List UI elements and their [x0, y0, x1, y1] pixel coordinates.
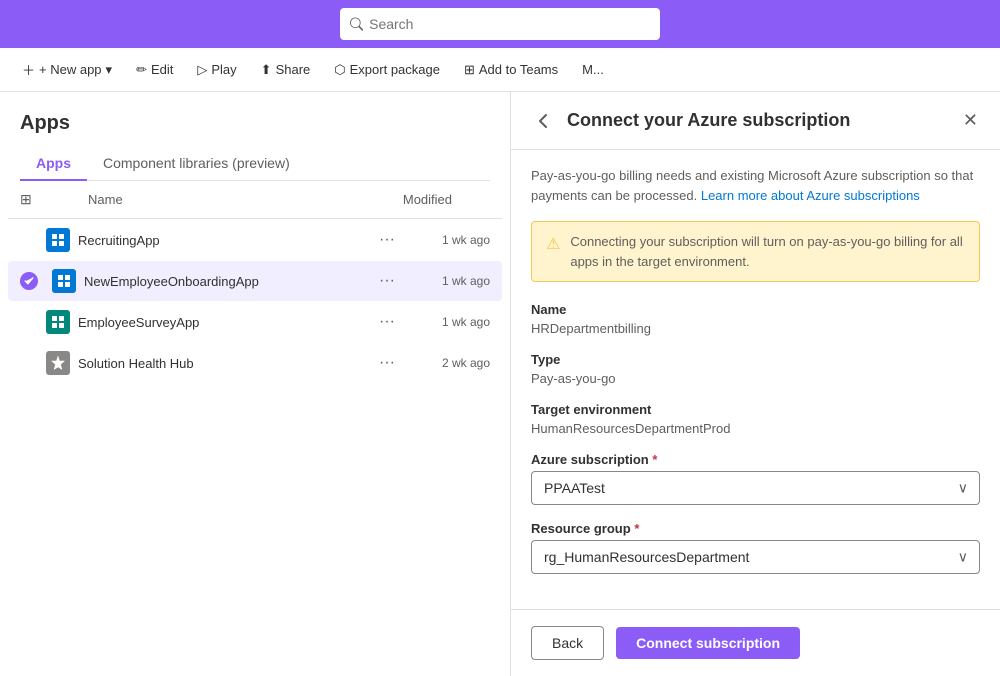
- app-name: EmployeeSurveyApp: [78, 315, 364, 330]
- dropdown-icon: ▾: [106, 62, 113, 78]
- app-name: NewEmployeeOnboardingApp: [84, 274, 364, 289]
- subscription-field-group: Azure subscription * PPAATest: [531, 452, 980, 505]
- row-checkbox: [20, 313, 38, 331]
- learn-more-link[interactable]: Learn more about Azure subscriptions: [701, 188, 920, 203]
- type-field-group: Type Pay-as-you-go: [531, 352, 980, 386]
- name-label: Name: [531, 302, 980, 317]
- subscription-label: Azure subscription *: [531, 452, 980, 467]
- back-button[interactable]: Back: [531, 626, 604, 660]
- plus-icon: ＋: [22, 60, 35, 79]
- type-label: Type: [531, 352, 980, 367]
- main-content: Apps Apps Component libraries (preview) …: [0, 92, 1000, 676]
- share-button[interactable]: ⬆ Share: [251, 56, 321, 84]
- row-more-icon[interactable]: ···: [372, 231, 402, 249]
- header-modified: Modified: [372, 192, 452, 207]
- table-row[interactable]: RecruitingApp ··· 1 wk ago: [8, 220, 502, 260]
- panel-header: Connect your Azure subscription ✕: [511, 92, 1000, 150]
- apps-table: ⊞ Name Modified RecruitingApp ··· 1 wk a…: [0, 181, 510, 676]
- app-modified: 1 wk ago: [410, 233, 490, 247]
- resource-group-select-wrapper: rg_HumanResourcesDepartment: [531, 540, 980, 574]
- app-icon: [46, 228, 70, 252]
- required-indicator: *: [634, 521, 639, 536]
- panel-title: Connect your Azure subscription: [567, 110, 949, 131]
- row-more-icon[interactable]: ···: [372, 354, 402, 372]
- play-button[interactable]: ▷ Play: [187, 56, 246, 84]
- row-checkbox-checked: [20, 272, 44, 290]
- warning-text: Connecting your subscription will turn o…: [570, 232, 965, 271]
- app-modified: 1 wk ago: [410, 315, 490, 329]
- name-value: HRDepartmentbilling: [531, 321, 980, 336]
- new-app-button[interactable]: ＋ + New app ▾: [12, 54, 122, 85]
- connect-subscription-button[interactable]: Connect subscription: [616, 627, 800, 659]
- target-env-field-group: Target environment HumanResourcesDepartm…: [531, 402, 980, 436]
- export-package-button[interactable]: ⬡ Export package: [324, 56, 450, 84]
- app-modified: 1 wk ago: [410, 274, 490, 288]
- row-checkbox: [20, 231, 38, 249]
- app-modified: 2 wk ago: [410, 356, 490, 370]
- name-field-group: Name HRDepartmentbilling: [531, 302, 980, 336]
- search-input[interactable]: [369, 16, 650, 32]
- table-header: ⊞ Name Modified: [8, 181, 502, 219]
- subscription-select[interactable]: PPAATest: [531, 471, 980, 505]
- left-panel-header: Apps Apps Component libraries (preview): [0, 92, 510, 181]
- subscription-select-wrapper: PPAATest: [531, 471, 980, 505]
- top-bar: [0, 0, 1000, 48]
- header-name: Name: [88, 192, 364, 207]
- tabs: Apps Component libraries (preview): [20, 147, 490, 181]
- panel-description: Pay-as-you-go billing needs and existing…: [531, 166, 980, 205]
- required-indicator: *: [652, 452, 657, 467]
- table-row[interactable]: EmployeeSurveyApp ··· 1 wk ago: [8, 302, 502, 342]
- row-checkbox: [20, 354, 38, 372]
- more-button[interactable]: M...: [572, 56, 614, 83]
- edit-button[interactable]: ✏ Edit: [126, 56, 183, 84]
- panel-footer: Back Connect subscription: [511, 609, 1000, 676]
- action-bar: ＋ + New app ▾ ✏ Edit ▷ Play ⬆ Share ⬡ Ex…: [0, 48, 1000, 92]
- close-button[interactable]: ✕: [961, 108, 980, 133]
- export-icon: ⬡: [334, 62, 345, 78]
- warning-icon: ⚠: [546, 233, 560, 257]
- search-box[interactable]: [340, 8, 660, 40]
- right-panel: Connect your Azure subscription ✕ Pay-as…: [510, 92, 1000, 676]
- edit-icon: ✏: [136, 62, 147, 78]
- resource-group-label: Resource group *: [531, 521, 980, 536]
- teams-icon: ⊞: [464, 62, 475, 78]
- app-icon: [46, 310, 70, 334]
- panel-body: Pay-as-you-go billing needs and existing…: [511, 150, 1000, 609]
- tab-apps[interactable]: Apps: [20, 147, 87, 181]
- share-icon: ⬆: [261, 62, 272, 78]
- search-icon: [350, 17, 363, 31]
- resource-group-select[interactable]: rg_HumanResourcesDepartment: [531, 540, 980, 574]
- row-more-icon[interactable]: ···: [372, 313, 402, 331]
- app-icon: [52, 269, 76, 293]
- left-panel: Apps Apps Component libraries (preview) …: [0, 92, 510, 676]
- type-value: Pay-as-you-go: [531, 371, 980, 386]
- table-row[interactable]: NewEmployeeOnboardingApp ··· 1 wk ago: [8, 261, 502, 301]
- table-row[interactable]: Solution Health Hub ··· 2 wk ago: [8, 343, 502, 383]
- grid-icon: ⊞: [20, 191, 32, 207]
- target-env-value: HumanResourcesDepartmentProd: [531, 421, 980, 436]
- add-to-teams-button[interactable]: ⊞ Add to Teams: [454, 56, 568, 84]
- play-icon: ▷: [197, 62, 207, 78]
- page-title: Apps: [20, 112, 490, 135]
- app-icon: [46, 351, 70, 375]
- warning-banner: ⚠ Connecting your subscription will turn…: [531, 221, 980, 282]
- row-more-icon[interactable]: ···: [372, 272, 402, 290]
- tab-component-libraries[interactable]: Component libraries (preview): [87, 147, 306, 181]
- app-name: Solution Health Hub: [78, 356, 364, 371]
- header-check: ⊞: [20, 191, 44, 208]
- target-env-label: Target environment: [531, 402, 980, 417]
- back-arrow-button[interactable]: [531, 109, 555, 133]
- resource-group-field-group: Resource group * rg_HumanResourcesDepart…: [531, 521, 980, 574]
- app-name: RecruitingApp: [78, 233, 364, 248]
